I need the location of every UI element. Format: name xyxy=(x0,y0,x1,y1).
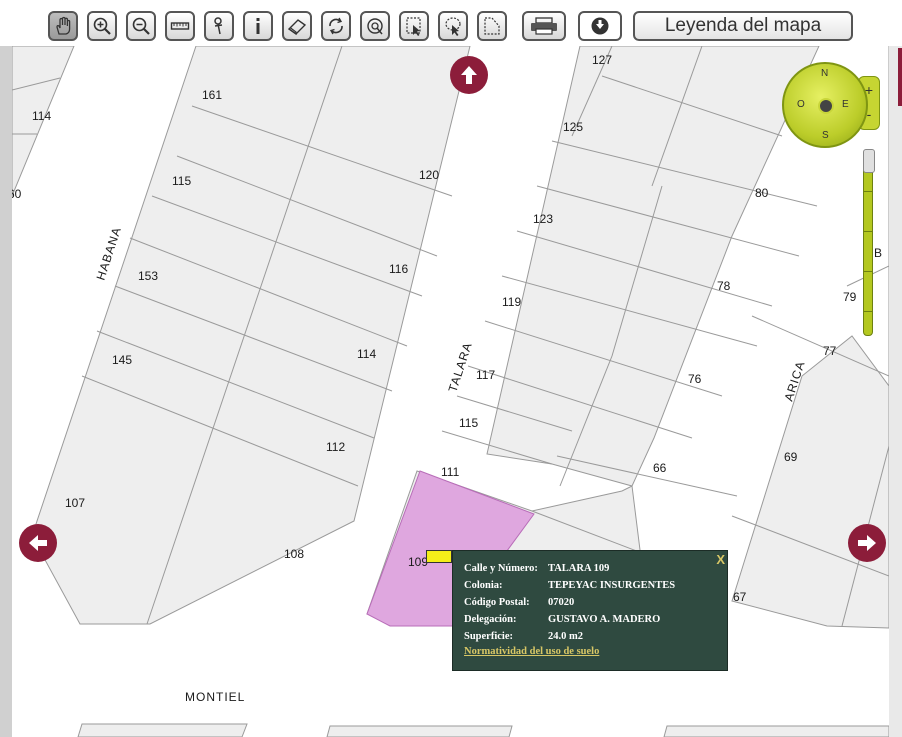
lot-number: 111 xyxy=(441,465,460,479)
lot-number: 76 xyxy=(688,372,702,386)
pin-icon xyxy=(214,17,223,35)
printer-icon xyxy=(531,17,557,35)
map-canvas[interactable]: HABANA TALARA ARICA MONTIEL 114 161 60 1… xyxy=(12,46,889,737)
lot-number: 60 xyxy=(12,187,22,201)
land-use-link[interactable]: Normatividad del uso de suelo xyxy=(464,646,599,657)
lot-number: 107 xyxy=(65,496,85,510)
compass-west[interactable]: O xyxy=(797,99,805,110)
eraser-button[interactable] xyxy=(282,11,312,41)
selected-lot-marker xyxy=(426,550,452,563)
ruler-icon xyxy=(170,22,190,30)
lot-number: 67 xyxy=(733,590,747,604)
compass-control: N S E O xyxy=(782,62,868,148)
zoom-out-button[interactable] xyxy=(126,11,156,41)
compass-north[interactable]: N xyxy=(821,68,828,79)
lot-number: 145 xyxy=(112,353,132,367)
block-bottom-a xyxy=(77,723,248,737)
print-button[interactable] xyxy=(522,11,566,41)
popup-row: Código Postal: 07020 xyxy=(464,597,575,608)
zoom-slider[interactable] xyxy=(863,149,875,336)
popup-row: Colonia: TEPEYAC INSURGENTES xyxy=(464,580,676,591)
zoom-out-icon xyxy=(132,17,150,35)
compass-south[interactable]: S xyxy=(822,130,829,141)
lot-number: 108 xyxy=(284,547,304,561)
lot-number: 66 xyxy=(653,461,667,475)
lasso-icon xyxy=(445,17,461,36)
measure-button[interactable] xyxy=(165,11,195,41)
arrow-up-icon xyxy=(461,66,477,84)
lot-number: 153 xyxy=(138,269,158,283)
block-bottom-c xyxy=(663,725,889,737)
compass-center-button[interactable] xyxy=(818,98,834,114)
lot-number: 125 xyxy=(563,120,583,134)
pin-button[interactable] xyxy=(204,11,234,41)
lot-number: 115 xyxy=(172,174,191,188)
pan-north-button[interactable] xyxy=(450,56,488,94)
rect-select-button[interactable] xyxy=(399,11,429,41)
block-bottom-b xyxy=(326,725,513,737)
cadastral-map[interactable]: HABANA TALARA ARICA MONTIEL 114 161 60 1… xyxy=(12,46,889,737)
street-montiel: MONTIEL xyxy=(185,690,245,704)
circle-select-button[interactable] xyxy=(360,11,390,41)
lot-number: 80 xyxy=(755,186,769,200)
pan-hand-button[interactable] xyxy=(48,11,78,41)
polygon-select-button[interactable] xyxy=(477,11,507,41)
popup-row: Delegación: GUSTAVO A. MADERO xyxy=(464,614,661,625)
lot-number: 114 xyxy=(357,347,376,361)
refresh-button[interactable] xyxy=(321,11,351,41)
arrow-left-icon xyxy=(29,535,47,551)
pan-west-button[interactable] xyxy=(19,524,57,562)
download-button[interactable] xyxy=(578,11,622,41)
map-toolbar: Leyenda del mapa xyxy=(0,0,902,46)
close-popup-button[interactable]: X xyxy=(716,552,725,567)
lot-number: 161 xyxy=(202,88,222,102)
zoom-slider-handle[interactable] xyxy=(863,149,875,173)
lot-number: 69 xyxy=(784,450,798,464)
refresh-icon xyxy=(329,17,343,35)
rect-select-icon xyxy=(406,17,421,36)
popup-row: Calle y Número: TALARA 109 xyxy=(464,563,610,574)
polygon-icon xyxy=(484,17,500,35)
lasso-select-button[interactable] xyxy=(438,11,468,41)
circle-select-icon xyxy=(367,18,383,35)
info-button[interactable] xyxy=(243,11,273,41)
right-border xyxy=(889,46,902,737)
lot-number: 114 xyxy=(32,109,51,123)
lot-number: 112 xyxy=(326,440,345,454)
compass-east[interactable]: E xyxy=(842,99,849,110)
lot-number: 120 xyxy=(419,168,439,182)
arrow-right-icon xyxy=(858,535,876,551)
lot-number: 78 xyxy=(717,279,731,293)
lot-info-popup: X Calle y Número: TALARA 109 Colonia: TEPE… xyxy=(452,550,728,671)
zoom-in-icon xyxy=(93,17,111,35)
pan-east-button[interactable] xyxy=(848,524,886,562)
info-icon xyxy=(256,18,260,34)
eraser-icon xyxy=(287,19,307,36)
lot-number: 123 xyxy=(533,212,553,226)
lot-number: B xyxy=(874,246,882,260)
download-icon xyxy=(591,17,609,35)
lot-number: 119 xyxy=(502,295,521,309)
lot-number: 117 xyxy=(476,368,495,382)
lot-number: 116 xyxy=(389,262,408,276)
map-legend-button[interactable]: Leyenda del mapa xyxy=(633,11,853,41)
zoom-in-button[interactable] xyxy=(87,11,117,41)
lot-number: 127 xyxy=(592,53,612,67)
left-border xyxy=(0,46,12,737)
hand-icon xyxy=(56,16,71,35)
lot-number: 115 xyxy=(459,416,478,430)
popup-row: Superficie: 24.0 m2 xyxy=(464,631,583,642)
lot-number: 77 xyxy=(823,344,837,358)
lot-number: 79 xyxy=(843,290,857,304)
